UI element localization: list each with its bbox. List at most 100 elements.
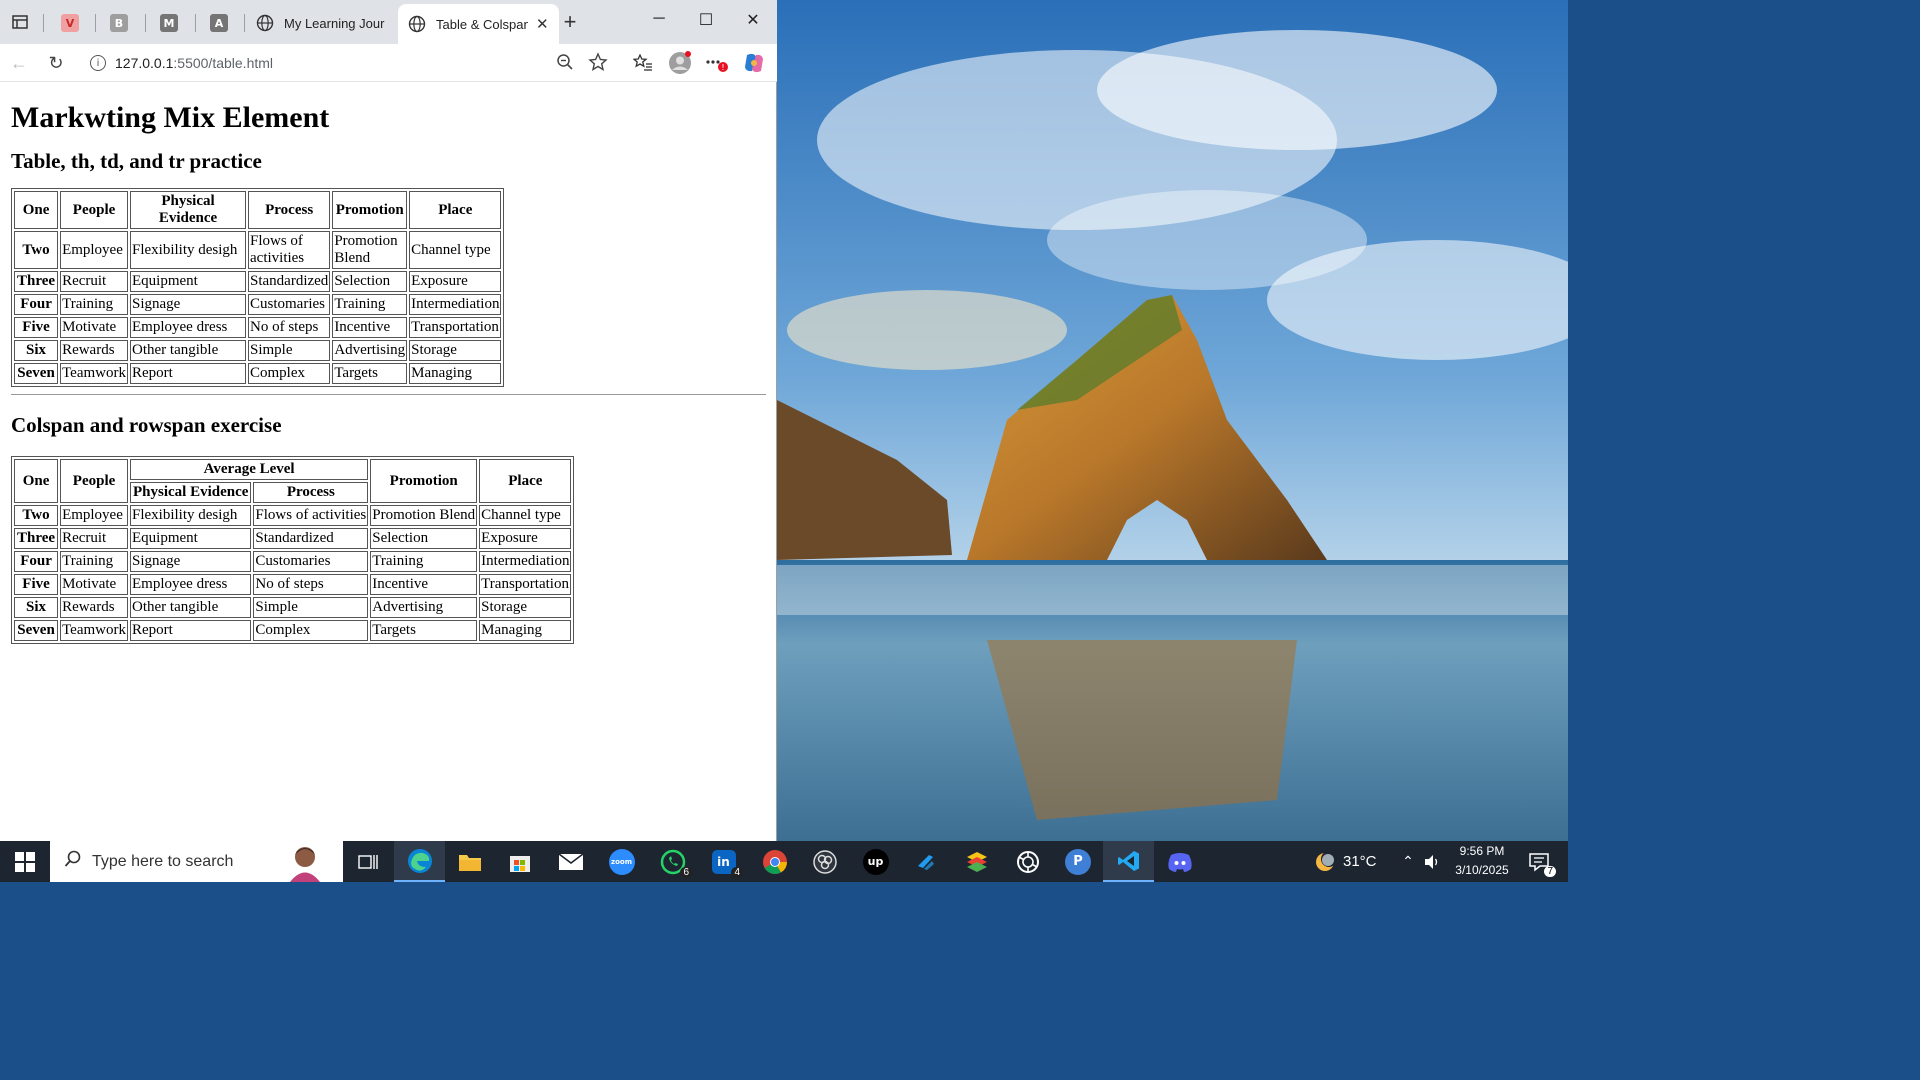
- address-bar[interactable]: i 127.0.0.1:5500/table.html: [82, 48, 620, 78]
- chrome-icon[interactable]: [749, 841, 800, 882]
- table-cell: Storage: [479, 597, 572, 618]
- table-cell: Other tangible: [130, 597, 252, 618]
- table-cell: Flows of activities: [253, 505, 369, 526]
- back-arrow-icon[interactable]: ←: [6, 50, 32, 76]
- row-header-cell: Four: [14, 294, 59, 315]
- table-cell: Equipment: [130, 528, 252, 549]
- pinned-tab-3[interactable]: M: [148, 7, 190, 39]
- table-cell: Incentive: [370, 574, 478, 595]
- start-button[interactable]: [0, 841, 50, 882]
- row-header-cell: Three: [14, 528, 59, 549]
- browser-window: V B M A My Learning Jour ✕ Table & Colsp…: [0, 0, 777, 841]
- linkedin-icon[interactable]: in 4: [698, 841, 749, 882]
- table-cell: Promotion Blend: [332, 231, 408, 269]
- table-cell: Complex: [248, 363, 331, 384]
- table-cell: Motivate: [60, 317, 128, 338]
- table-header-row: One People Physical Evidence Process Pro…: [14, 191, 502, 229]
- b-app-icon: B: [110, 14, 128, 32]
- whatsapp-icon[interactable]: 6: [647, 841, 698, 882]
- table-header-cell: Physical Evidence: [130, 482, 252, 503]
- taskbar-search[interactable]: Type here to search: [50, 841, 343, 882]
- linkedin-badge: 4: [731, 867, 743, 878]
- table-cell: Training: [370, 551, 478, 572]
- table-cell: Signage: [130, 294, 246, 315]
- tab-separator: [244, 14, 245, 32]
- more-options-icon[interactable]: !: [704, 50, 730, 76]
- tab-table-colspan[interactable]: Table & Colspan ✕: [398, 4, 559, 44]
- row-header-cell: Seven: [14, 620, 59, 641]
- file-explorer-icon[interactable]: [445, 841, 495, 882]
- table-cell: Teamwork: [60, 363, 128, 384]
- table-cell: Training: [60, 294, 128, 315]
- pinned-tab-2[interactable]: B: [98, 7, 140, 39]
- table-cell: Signage: [130, 551, 252, 572]
- bluestacks-icon[interactable]: [951, 841, 1002, 882]
- table-cell: Recruit: [60, 271, 128, 292]
- copilot-icon[interactable]: [741, 50, 767, 76]
- tab-actions-icon[interactable]: [6, 8, 34, 36]
- vscode-icon[interactable]: [1103, 841, 1154, 882]
- weather-icon[interactable]: [1305, 841, 1345, 882]
- clock-time[interactable]: 9:56 PM: [1448, 844, 1516, 858]
- table-cell: Flexibility desigh: [130, 505, 252, 526]
- refresh-icon[interactable]: ↻: [43, 50, 69, 76]
- tab-separator: [43, 14, 44, 32]
- table-cell: Training: [332, 294, 408, 315]
- table-header-cell: Place: [479, 459, 572, 503]
- table-header-cell: Place: [409, 191, 502, 229]
- edge-icon[interactable]: [394, 841, 445, 882]
- table-cell: Selection: [370, 528, 478, 549]
- discord-icon[interactable]: [1154, 841, 1205, 882]
- store-icon[interactable]: [495, 841, 545, 882]
- zoom-out-icon[interactable]: [556, 53, 574, 76]
- task-view-icon[interactable]: [343, 841, 393, 882]
- table-row: Three Recruit Equipment Standardized Sel…: [14, 271, 502, 292]
- table-cell: Employee dress: [130, 574, 252, 595]
- row-header-cell: Two: [14, 231, 59, 269]
- table-cell: Transportation: [409, 317, 502, 338]
- obs-icon[interactable]: [800, 841, 850, 882]
- table-row: Six Rewards Other tangible Simple Advert…: [14, 340, 502, 361]
- table-cell: Simple: [253, 597, 369, 618]
- vscode-alt-icon[interactable]: [901, 841, 951, 882]
- table-cell: Advertising: [370, 597, 478, 618]
- search-highlight-icon[interactable]: [280, 841, 330, 887]
- upwork-icon[interactable]: up: [850, 841, 901, 882]
- colspan-rowspan-table: One People Average Level Promotion Place…: [11, 456, 575, 644]
- pinned-tab-4[interactable]: A: [198, 7, 240, 39]
- minimize-icon[interactable]: ─: [644, 10, 674, 28]
- table-row: Five Motivate Employee dress No of steps…: [14, 574, 572, 595]
- chevron-up-icon[interactable]: ⌃: [1396, 841, 1420, 882]
- maximize-icon[interactable]: ☐: [691, 10, 721, 30]
- mail-icon[interactable]: [545, 841, 596, 882]
- table-header-cell: One: [14, 191, 59, 229]
- row-header-cell: Three: [14, 271, 59, 292]
- tab-separator: [95, 14, 96, 32]
- new-tab-button[interactable]: +: [556, 8, 584, 36]
- close-window-icon[interactable]: ✕: [738, 10, 768, 30]
- zoom-icon[interactable]: zoom: [596, 841, 647, 882]
- table-cell: Storage: [409, 340, 502, 361]
- table-cell: Managing: [479, 620, 572, 641]
- table-cell: Intermediation: [409, 294, 502, 315]
- tab-separator: [145, 14, 146, 32]
- clock-date[interactable]: 3/10/2025: [1448, 863, 1516, 877]
- favorite-star-icon[interactable]: [588, 52, 608, 77]
- table-cell: No of steps: [248, 317, 331, 338]
- globe-icon: [256, 14, 274, 32]
- pinned-tab-1[interactable]: V: [49, 7, 91, 39]
- info-icon[interactable]: i: [90, 55, 106, 71]
- chatgpt-icon[interactable]: [1002, 841, 1053, 882]
- table-header-cell: Physical Evidence: [130, 191, 246, 229]
- url-text[interactable]: 127.0.0.1:5500/table.html: [115, 55, 273, 71]
- row-header-cell: Seven: [14, 363, 59, 384]
- volume-icon[interactable]: [1420, 841, 1444, 882]
- profile-avatar[interactable]: [667, 50, 693, 76]
- close-icon[interactable]: ✕: [536, 15, 549, 33]
- globe-icon: [408, 15, 426, 33]
- table-cell: Other tangible: [130, 340, 246, 361]
- notification-icon[interactable]: 7: [1520, 841, 1560, 882]
- favorites-list-icon[interactable]: [630, 50, 656, 76]
- p-app-icon[interactable]: P: [1053, 841, 1103, 882]
- weather-temp[interactable]: 31°C: [1343, 853, 1377, 870]
